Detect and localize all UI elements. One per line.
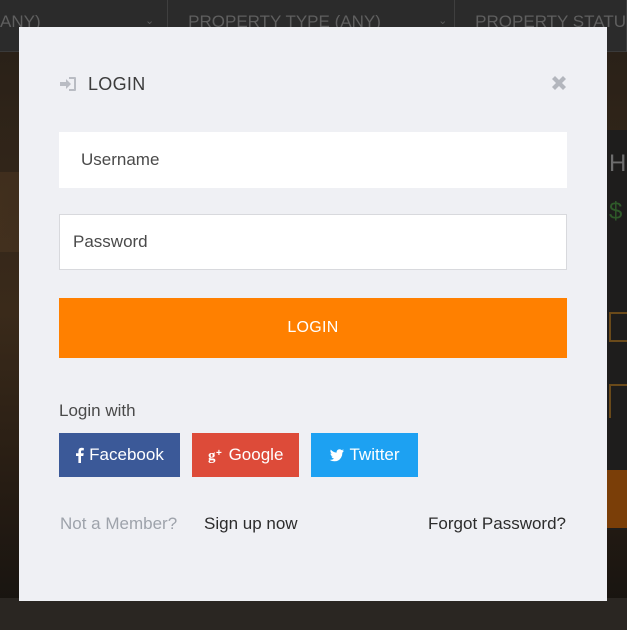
google-label: Google: [228, 445, 284, 464]
twitter-login-button[interactable]: Twitter: [311, 433, 418, 477]
svg-text:g: g: [208, 448, 216, 463]
svg-text:+: +: [216, 448, 222, 459]
username-field[interactable]: [59, 132, 567, 188]
facebook-login-button[interactable]: Facebook: [59, 433, 180, 477]
chevron-down-icon: ⌄: [438, 15, 448, 27]
sign-up-link[interactable]: Sign up now: [204, 514, 298, 534]
twitter-icon: [329, 448, 345, 462]
password-field[interactable]: [59, 214, 567, 270]
modal-title: LOGIN: [88, 73, 146, 94]
login-button[interactable]: LOGIN: [59, 298, 567, 358]
chevron-down-icon: ⌄: [145, 15, 155, 27]
modal-header: LOGIN: [59, 71, 567, 97]
twitter-label: Twitter: [349, 445, 400, 464]
expand-icon: [609, 312, 627, 342]
login-modal: LOGIN LOGIN Login with Facebook g + Goog…: [19, 27, 607, 601]
login-with-label: Login with: [59, 401, 136, 420]
google-plus-icon: g +: [208, 447, 224, 463]
sign-in-icon: [59, 76, 77, 92]
favorite-icon: [609, 384, 627, 418]
facebook-icon: [75, 447, 84, 463]
not-member-text: Not a Member?: [60, 514, 178, 533]
close-icon[interactable]: [549, 73, 569, 93]
property-card-price: $: [609, 198, 623, 225]
property-card-title: H: [609, 150, 627, 177]
facebook-label: Facebook: [89, 445, 164, 464]
google-login-button[interactable]: g + Google: [192, 433, 299, 477]
property-card-button: [607, 470, 627, 528]
forgot-password-link[interactable]: Forgot Password?: [428, 514, 566, 534]
bottom-bar: [0, 598, 627, 630]
